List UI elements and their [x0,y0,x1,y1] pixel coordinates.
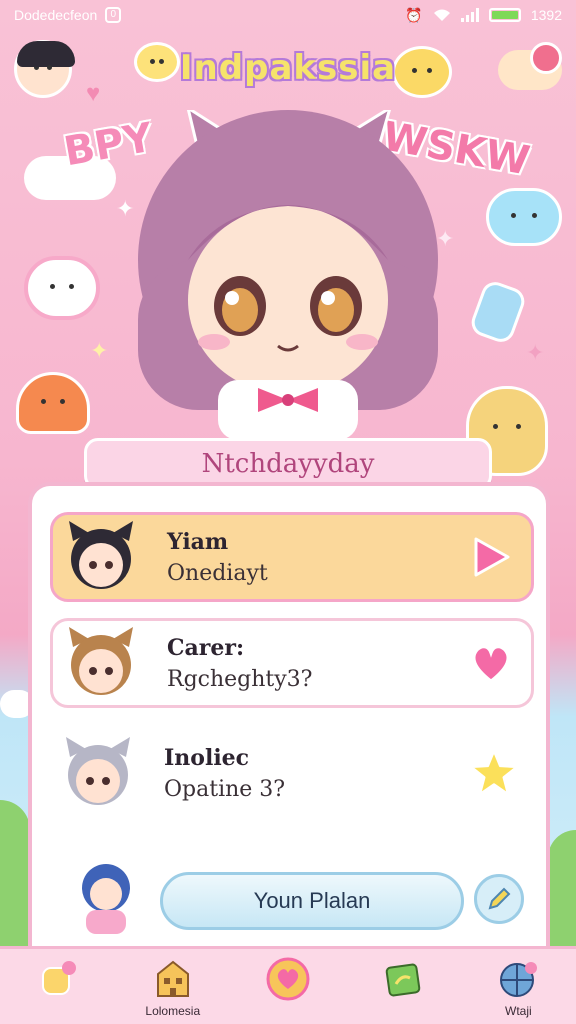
favorite-button[interactable] [465,637,517,689]
sim-icon: 0 [105,7,122,23]
cup-icon [35,956,81,1002]
sparkle-icon: ✦ [90,338,109,363]
popsicle-icon [467,278,529,346]
list-item-title: Carer: [167,634,245,661]
avatar [69,521,133,589]
list-item-title: Yiam [167,528,229,555]
heart-icon [472,645,510,683]
nav-item-favorites[interactable] [243,956,333,1018]
primary-action-button[interactable]: Youn Plalan [160,872,464,930]
avatar [66,737,130,805]
play-icon [474,537,510,577]
map-icon [380,956,426,1002]
mascot-girl-illustration [138,110,438,440]
app-title: Indpakssia [179,48,397,88]
avatar [82,864,130,934]
battery-level [491,11,518,19]
nav-label: Wtaji [505,1003,532,1018]
globe-icon [495,956,541,1002]
nav-item-map[interactable] [358,956,448,1018]
mushroom-sticker-icon [16,372,90,434]
battery-icon [488,8,521,22]
play-button[interactable] [465,531,517,583]
status-left: Dodedecfeon 0 [14,7,122,23]
status-bar: Dodedecfeon 0 ⏰ 1392 [0,0,576,30]
list-item-subtitle: Rgcheghty3? [167,666,313,692]
signal-icon [460,8,479,22]
cloud-friend-right-icon [486,188,562,246]
list-item-text: Inoliec Opatine 3? [164,745,468,802]
status-right: ⏰ 1392 [405,7,562,24]
heart-circle-icon [265,956,311,1002]
building-icon [150,956,196,1002]
bush-left-icon [0,800,30,950]
carrier-label: Dodedecfeon [14,7,98,23]
edit-button[interactable] [474,874,524,924]
list-item[interactable]: Yiam Onediayt [50,512,534,602]
list-item[interactable]: Carer: Rgcheghty3? [50,618,534,708]
alarm-icon: ⏰ [405,6,423,23]
pencil-icon [488,887,511,910]
star-icon [469,749,519,796]
bush-right-icon [548,830,576,950]
star-button[interactable] [468,747,520,799]
list-item-text: Yiam Onediayt [167,529,465,586]
list-item-title: Inoliec [164,744,250,771]
bottom-nav: Lolomesia Wtaji [0,946,576,1024]
wifi-icon [433,9,450,21]
nav-item-world[interactable]: Wtaji [473,956,563,1018]
nav-item-building[interactable]: Lolomesia [128,956,218,1018]
list-item-subtitle: Onediayt [167,560,268,586]
list-item-subtitle: Opatine 3? [164,776,286,802]
nav-label: Lolomesia [145,1003,201,1018]
cloud-friend-sticker-icon [24,256,100,320]
clock: 1392 [530,7,562,23]
list-item-text: Carer: Rgcheghty3? [167,635,465,692]
sparkle-icon: ✦ [526,340,545,365]
avatar [69,627,133,695]
list-item[interactable]: Inoliec Opatine 3? [50,728,534,818]
nav-item-home[interactable] [13,956,103,1018]
